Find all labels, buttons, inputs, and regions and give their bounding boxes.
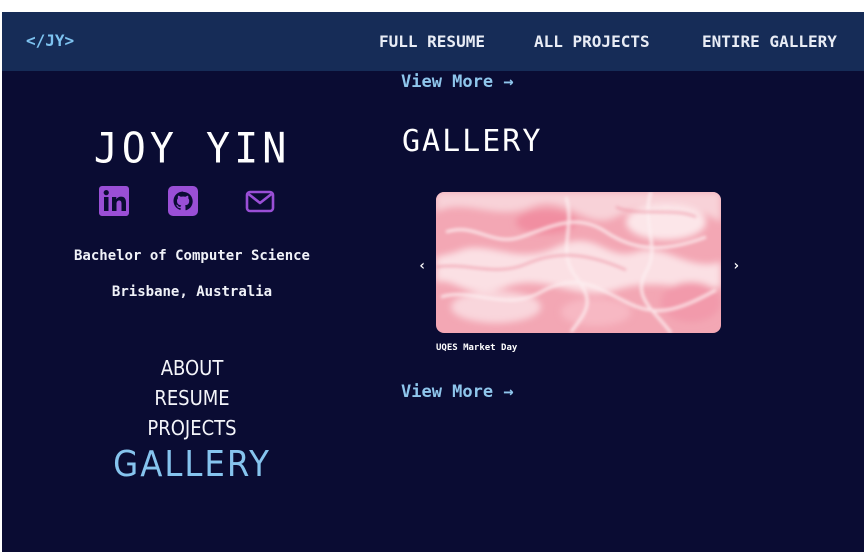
nav-all-projects[interactable]: ALL PROJECTS (534, 32, 650, 51)
view-more-link-bottom[interactable]: View More → (401, 382, 514, 402)
top-navbar: </JY> FULL RESUME ALL PROJECTS ENTIRE GA… (2, 12, 864, 71)
linkedin-icon (99, 186, 129, 216)
nav-full-resume[interactable]: FULL RESUME (379, 32, 485, 51)
side-nav-resume[interactable]: RESUME (42, 386, 342, 410)
page-frame: </JY> FULL RESUME ALL PROJECTS ENTIRE GA… (2, 12, 864, 552)
nav-entire-gallery[interactable]: ENTIRE GALLERY (702, 32, 837, 51)
carousel-next-button[interactable]: › (732, 258, 740, 274)
github-link[interactable] (166, 184, 200, 218)
github-icon (168, 186, 198, 216)
profile-degree: Bachelor of Computer Science (73, 248, 310, 264)
site-logo[interactable]: </JY> (26, 31, 74, 50)
linkedin-link[interactable] (97, 184, 131, 218)
gallery-section-title: GALLERY (402, 124, 543, 159)
carousel-prev-button[interactable]: ‹ (418, 258, 426, 274)
slide-caption: UQES Market Day (436, 343, 518, 353)
profile-location: Brisbane, Australia (111, 284, 273, 300)
social-links (2, 184, 864, 218)
view-more-link-top[interactable]: View More → (401, 72, 514, 92)
side-nav-about[interactable]: ABOUT (42, 356, 342, 380)
marbled-artwork (436, 192, 721, 333)
profile-name: JOY YIN (93, 124, 291, 174)
side-nav-gallery[interactable]: GALLERY (42, 444, 342, 485)
gallery-slide-image[interactable] (436, 192, 721, 333)
email-link[interactable] (243, 184, 277, 218)
side-nav-projects[interactable]: PROJECTS (42, 416, 342, 440)
mail-icon (245, 190, 275, 213)
